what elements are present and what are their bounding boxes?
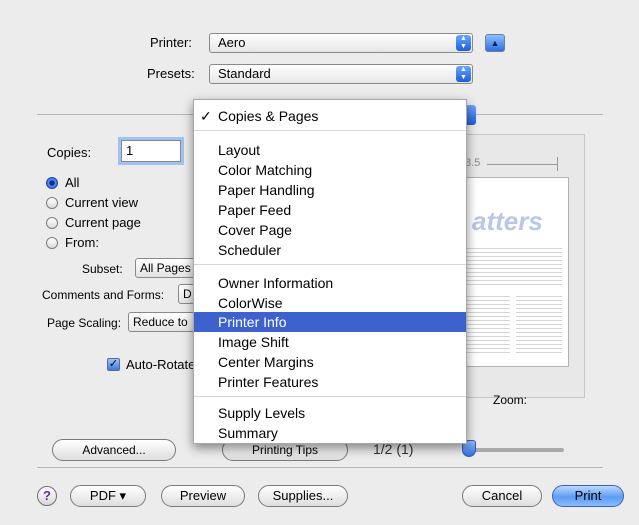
menu-separator [194,396,466,397]
copies-value: 1 [126,143,134,158]
menu-separator [194,130,466,131]
radio-current-page[interactable] [46,217,58,229]
scaling-select[interactable]: Reduce to [128,312,195,332]
printer-select[interactable]: Aero ▲ ▼ [209,33,473,53]
menu-item-paper-handling[interactable]: Paper Handling [194,180,466,200]
ruler-label: 8.5 [465,157,481,169]
pane-menu: ✓ Copies & Pages Layout Color Matching P… [193,99,467,444]
menu-item-paper-feed[interactable]: Paper Feed [194,200,466,220]
preview-text-block [516,296,562,356]
presets-label: Presets: [147,66,195,81]
menu-item-copies-pages[interactable]: ✓ Copies & Pages [194,106,466,126]
menu-item-center-margins[interactable]: Center Margins [194,352,466,372]
supplies-button[interactable]: Supplies... [258,485,348,507]
zoom-slider-track[interactable] [468,448,564,452]
menu-item-cover-page[interactable]: Cover Page [194,220,466,240]
separator [37,467,603,468]
radio-from-label: From: [65,235,99,250]
comments-label: Comments and Forms: [42,288,165,302]
printer-label: Printer: [150,35,192,50]
menu-item-printer-info[interactable]: Printer Info [194,312,466,332]
comments-value: D [183,287,192,301]
zoom-label: Zoom: [493,393,528,407]
menu-item-image-shift[interactable]: Image Shift [194,332,466,352]
radio-all-label: All [65,175,80,190]
preview-text-block [466,248,562,288]
preview-page: atters [459,177,569,367]
menu-item-printer-features[interactable]: Printer Features [194,372,466,392]
menu-item-summary[interactable]: Summary [194,423,466,443]
subset-label: Subset: [82,262,123,276]
ruler-line [487,164,557,165]
menu-separator [194,264,466,265]
checkmark-icon: ✓ [200,108,212,124]
scaling-value: Reduce to [133,315,188,329]
preview-text-block [466,296,510,356]
menu-item-colorwise[interactable]: ColorWise [194,293,466,313]
radio-all[interactable] [46,177,58,189]
advanced-button[interactable]: Advanced... [52,439,176,461]
presets-value: Standard [218,66,271,81]
copies-input[interactable]: 1 [121,140,181,162]
cancel-button[interactable]: Cancel [462,485,542,507]
subset-value: All Pages [140,261,191,275]
printer-value: Aero [218,35,246,50]
ruler-tick [557,157,558,171]
print-button[interactable]: Print [552,485,624,507]
popup-arrows-icon: ▲ ▼ [456,66,471,82]
menu-item-label: Copies & Pages [218,108,319,124]
menu-item-layout[interactable]: Layout [194,140,466,160]
pdf-button[interactable]: PDF ▾ [70,485,146,507]
radio-current-view-label: Current view [65,195,138,210]
radio-current-view[interactable] [46,197,58,209]
preview-brand-text: atters [472,206,543,236]
menu-item-color-matching[interactable]: Color Matching [194,160,466,180]
copies-label: Copies: [47,145,92,160]
auto-rotate-label: Auto-Rotate [126,357,196,372]
radio-current-page-label: Current page [65,215,141,230]
subset-select[interactable]: All Pages [135,258,195,278]
disclosure-up-icon[interactable]: ▲ [485,34,505,52]
scaling-label: Page Scaling: [47,316,122,330]
menu-item-supply-levels[interactable]: Supply Levels [194,403,466,423]
auto-rotate-checkbox[interactable]: ✓ [107,358,120,371]
menu-item-scheduler[interactable]: Scheduler [194,240,466,260]
presets-select[interactable]: Standard ▲ ▼ [209,64,473,84]
radio-from[interactable] [46,237,58,249]
popup-arrows-icon: ▲ ▼ [456,35,471,51]
help-button[interactable]: ? [37,486,57,506]
menu-item-owner-information[interactable]: Owner Information [194,273,466,293]
preview-button[interactable]: Preview [161,485,245,507]
